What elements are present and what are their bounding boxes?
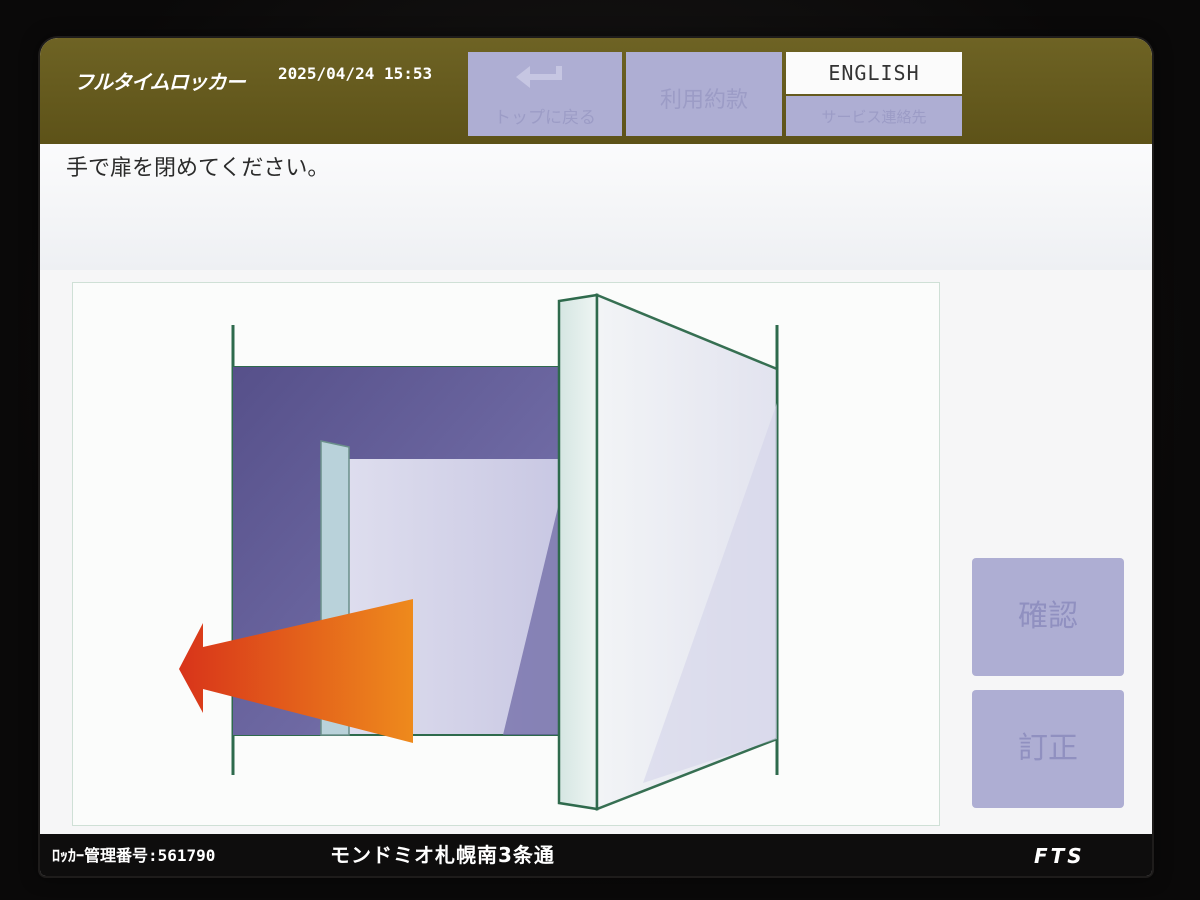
location-name: モンドミオ札幌南3条通: [330, 843, 555, 867]
terms-button[interactable]: 利用約款: [626, 52, 782, 136]
return-arrow-icon: [516, 66, 562, 88]
date-time: 2025/04/24 15:53: [278, 64, 433, 83]
footer-bar: ﾛｯｶｰ管理番号:561790 モンドミオ札幌南3条通 FTS: [40, 834, 1152, 876]
header-bar: フルタイムロッカー 2025/04/24 15:53 トップに戻る 利用約款 E…: [40, 38, 1152, 144]
app-logo: フルタイムロッカー: [74, 70, 246, 94]
back-to-top-button[interactable]: トップに戻る: [468, 52, 622, 136]
english-button[interactable]: ENGLISH: [786, 52, 962, 94]
terms-label: 利用約款: [659, 88, 748, 113]
correct-button[interactable]: 訂正: [972, 690, 1124, 808]
close-door-illustration: [72, 282, 940, 826]
confirm-button[interactable]: 確認: [972, 558, 1124, 676]
kiosk-screen: フルタイムロッカー 2025/04/24 15:53 トップに戻る 利用約款 E…: [40, 38, 1152, 876]
back-to-top-label: トップに戻る: [494, 108, 596, 128]
instruction-text: 手で扉を閉めてください。: [66, 156, 330, 181]
service-contact-label: サービス連絡先: [821, 108, 927, 126]
locker-management-number: ﾛｯｶｰ管理番号:561790: [52, 846, 216, 865]
service-contact-button[interactable]: サービス連絡先: [786, 96, 962, 136]
brand-logo: FTS: [1034, 844, 1085, 868]
